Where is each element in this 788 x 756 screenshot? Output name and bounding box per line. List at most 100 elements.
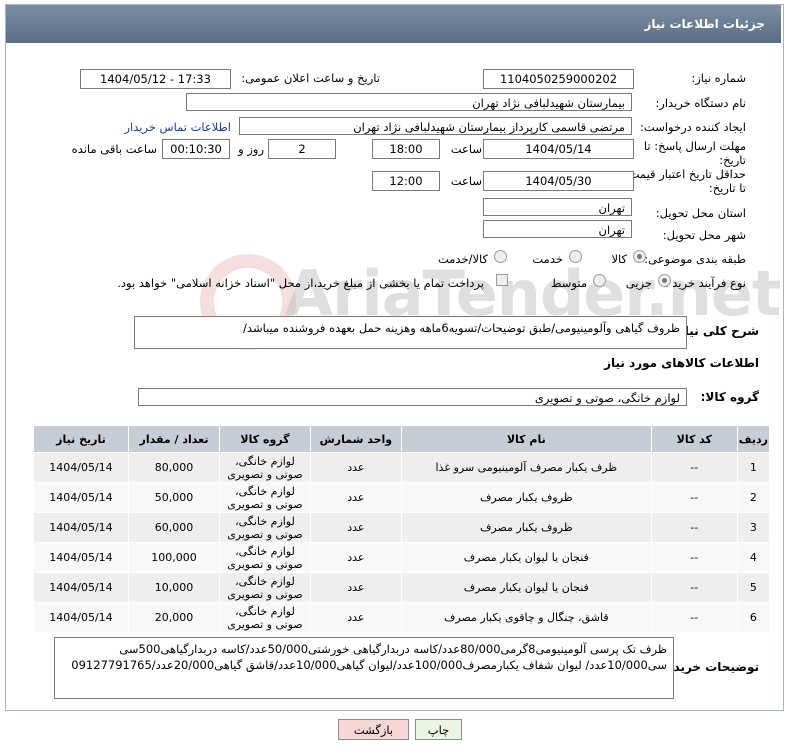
cell-group: لوازم خانگی، صوتی و تصویری xyxy=(219,482,311,513)
category-option-goods: کالا xyxy=(611,252,627,266)
table-row: 5 -- فنجان یا لیوان یکبار مصرف عدد لوازم… xyxy=(33,572,771,603)
cell-date: 1404/05/14 xyxy=(33,452,129,483)
back-button[interactable]: بازگشت xyxy=(338,719,409,740)
buyer-org-label: نام دستگاه خریدار: xyxy=(655,96,746,110)
province-label: استان محل تحویل: xyxy=(655,206,746,220)
cell-unit: عدد xyxy=(309,572,402,603)
table-row: 3 -- ظروف یکبار مصرف عدد لوازم خانگی، صو… xyxy=(33,512,771,543)
cell-code: -- xyxy=(650,512,738,543)
goods-group-label: گروه کالا: xyxy=(700,390,759,404)
process-radio-medium[interactable] xyxy=(593,274,606,287)
cell-date: 1404/05/14 xyxy=(33,482,129,513)
cell-name: فنجان یا لیوان یکبار مصرف xyxy=(400,572,652,603)
reply-deadline-label-2: تاریخ: xyxy=(719,153,746,167)
process-option-medium: متوسط xyxy=(550,276,587,290)
buyer-notes-field: ظرف تک پرسی آلومینیومی8گرمی80/000عدد/کاس… xyxy=(54,637,674,699)
table-row: 1 -- ظرف یکبار مصرف آلومینیومی سرو غذا ع… xyxy=(33,452,771,483)
reply-time-label: ساعت xyxy=(450,142,482,156)
cell-unit: عدد xyxy=(309,512,402,543)
days-label: روز و xyxy=(238,142,264,156)
col-unit: واحد شمارش xyxy=(309,425,402,453)
category-option-service: خدمت xyxy=(532,252,563,266)
table-row: 6 -- قاشق، چنگال و چاقوی یکبار مصرف عدد … xyxy=(33,602,771,633)
category-label: طبقه بندی موضوعی: xyxy=(644,252,746,266)
creator-field: مرتضی قاسمی کارپرداز بیمارستان شهیدلبافی… xyxy=(239,117,632,135)
category-radio-service[interactable] xyxy=(569,250,582,263)
cell-code: -- xyxy=(650,602,738,633)
process-option-minor: جزیی xyxy=(625,276,652,290)
price-deadline-label: حداقل تاریخ اعتبار قیمت: xyxy=(624,167,746,181)
cell-group: لوازم خانگی، صوتی و تصویری xyxy=(219,602,311,633)
cell-name: ظروف یکبار مصرف xyxy=(400,482,652,513)
col-row: ردیف xyxy=(736,425,771,453)
reply-time-field: 18:00 xyxy=(372,139,440,159)
cell-group: لوازم خانگی، صوتی و تصویری xyxy=(219,452,311,483)
price-deadline-label-2: تا تاریخ: xyxy=(708,181,746,195)
process-label: نوع فرآیند خرید : xyxy=(664,276,746,290)
col-group: گروه کالا xyxy=(219,425,311,453)
goods-group-field: لوازم خانگی، صوتی و تصویری xyxy=(138,388,687,406)
category-option-goods-service: کالا/خدمت xyxy=(437,252,488,266)
buyer-org-field: بیمارستان شهیدلبافی نژاد تهران xyxy=(186,93,632,111)
treasury-note: پرداخت تمام یا بخشی از مبلغ خرید،از محل … xyxy=(117,276,484,290)
treasury-checkbox[interactable] xyxy=(496,274,508,286)
cell-unit: عدد xyxy=(309,452,402,483)
city-label: شهر محل تحویل: xyxy=(662,228,746,242)
cell-unit: عدد xyxy=(309,542,402,573)
announce-date-field: 1404/05/12 - 17:33 xyxy=(80,69,231,89)
need-number-field: 1104050259000202 xyxy=(483,69,634,89)
cell-date: 1404/05/14 xyxy=(33,602,129,633)
title-bar: جزئیات اطلاعات نیاز xyxy=(6,5,781,43)
table-row: 4 -- فنجان یا لیوان یکبار مصرف عدد لوازم… xyxy=(33,542,771,573)
category-radio-goods[interactable] xyxy=(633,250,646,263)
table-row: 2 -- ظروف یکبار مصرف عدد لوازم خانگی، صو… xyxy=(33,482,771,513)
cell-row: 1 xyxy=(736,452,771,483)
page-title: جزئیات اطلاعات نیاز xyxy=(644,17,765,31)
cell-qty: 10,000 xyxy=(127,572,221,603)
cell-date: 1404/05/14 xyxy=(33,572,129,603)
cell-code: -- xyxy=(650,452,738,483)
cell-qty: 60,000 xyxy=(127,512,221,543)
col-name: نام کالا xyxy=(400,425,652,453)
cell-name: قاشق، چنگال و چاقوی یکبار مصرف xyxy=(400,602,652,633)
cell-qty: 80,000 xyxy=(127,452,221,483)
price-time-label: ساعت xyxy=(450,174,482,188)
cell-name: ظروف یکبار مصرف xyxy=(400,512,652,543)
province-field: تهران xyxy=(483,198,632,216)
cell-code: -- xyxy=(650,572,738,603)
cell-name: ظرف یکبار مصرف آلومینیومی سرو غذا xyxy=(400,452,652,483)
cell-unit: عدد xyxy=(309,602,402,633)
cell-date: 1404/05/14 xyxy=(33,542,129,573)
cell-qty: 50,000 xyxy=(127,482,221,513)
cell-row: 2 xyxy=(736,482,771,513)
category-radio-goods-service[interactable] xyxy=(494,250,507,263)
days-field: 2 xyxy=(268,139,336,159)
cell-row: 6 xyxy=(736,602,771,633)
city-field: تهران xyxy=(483,220,632,238)
cell-group: لوازم خانگی، صوتی و تصویری xyxy=(219,572,311,603)
announce-date-label: تاریخ و ساعت اعلان عمومی: xyxy=(241,71,380,85)
description-field: ظروف گیاهی وآلومینیومی/طبق توضیحات/تسویه… xyxy=(134,316,687,349)
table-header-row: ردیف کد کالا نام کالا واحد شمارش گروه کا… xyxy=(33,425,771,453)
need-number-label: شماره نیاز: xyxy=(691,71,746,85)
col-date: تاریخ نیاز xyxy=(33,425,129,453)
creator-label: ایجاد کننده درخواست: xyxy=(640,120,746,134)
items-table: ردیف کد کالا نام کالا واحد شمارش گروه کا… xyxy=(33,425,771,633)
cell-date: 1404/05/14 xyxy=(33,512,129,543)
remaining-time-label: ساعت باقی مانده xyxy=(71,142,157,156)
cell-row: 3 xyxy=(736,512,771,543)
price-time-field: 12:00 xyxy=(372,171,440,191)
cell-qty: 100,000 xyxy=(127,542,221,573)
goods-info-title: اطلاعات کالاهای مورد نیاز xyxy=(604,356,759,370)
cell-row: 5 xyxy=(736,572,771,603)
print-button[interactable]: چاپ xyxy=(415,719,462,740)
cell-row: 4 xyxy=(736,542,771,573)
cell-group: لوازم خانگی، صوتی و تصویری xyxy=(219,542,311,573)
col-code: کد کالا xyxy=(650,425,738,453)
process-radio-minor[interactable] xyxy=(658,274,671,287)
remaining-time-field: 00:10:30 xyxy=(162,139,230,159)
cell-code: -- xyxy=(650,482,738,513)
reply-deadline-label: مهلت ارسال پاسخ: تا xyxy=(643,139,746,153)
cell-qty: 20,000 xyxy=(127,602,221,633)
buyer-contact-link[interactable]: اطلاعات تماس خریدار xyxy=(124,120,231,134)
